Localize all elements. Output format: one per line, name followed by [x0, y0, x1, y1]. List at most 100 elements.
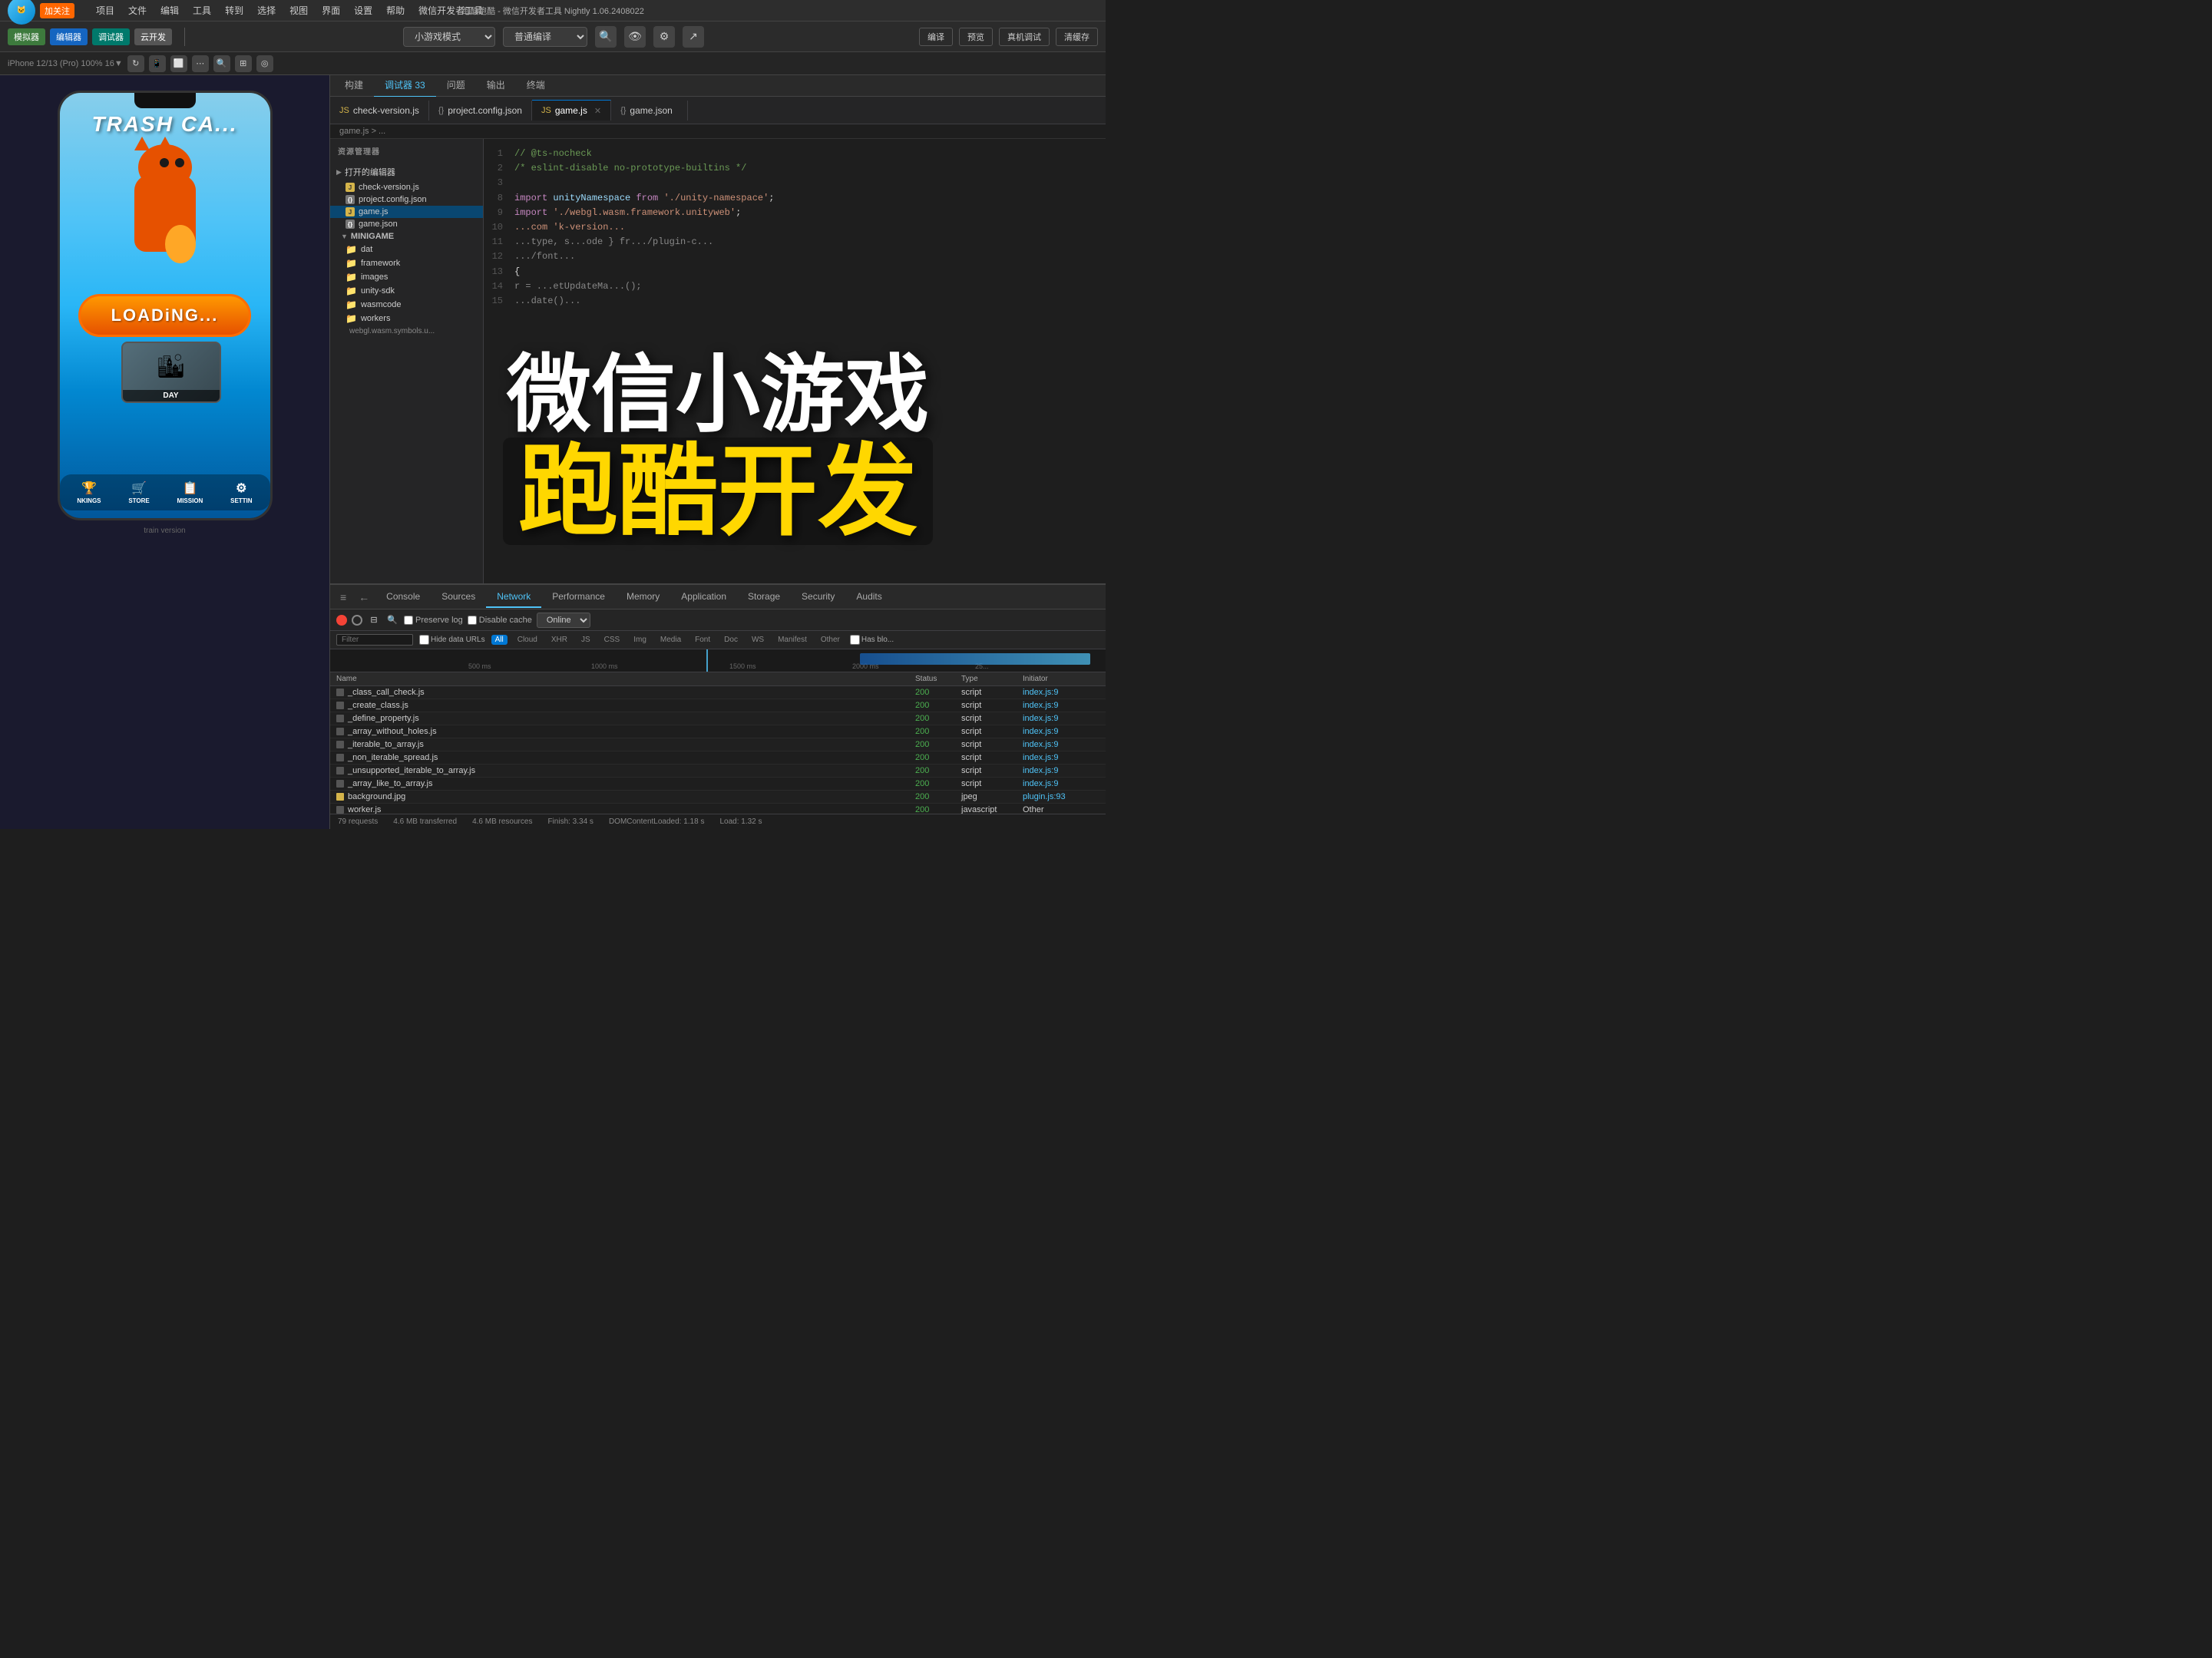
filter-media[interactable]: Media — [656, 635, 685, 645]
network-filter-input[interactable] — [336, 634, 413, 646]
file-tab-check-version[interactable]: JS check-version.js — [330, 101, 429, 121]
filter-img[interactable]: Img — [630, 635, 650, 645]
zoom-icon[interactable]: 🔍 — [213, 55, 230, 72]
send-toolbar-icon[interactable]: ↗ — [683, 26, 704, 48]
cloud-btn[interactable]: 云开发 — [134, 28, 172, 45]
network-throttle-select[interactable]: Online — [537, 613, 590, 628]
devtools-tab-console[interactable]: Console — [375, 586, 431, 608]
clear-btn[interactable] — [352, 615, 362, 626]
phone-icon[interactable]: 📱 — [149, 55, 166, 72]
menu-item-goto[interactable]: 转到 — [225, 4, 243, 17]
preview-btn[interactable]: 预览 — [959, 28, 993, 46]
network-row-3[interactable]: _array_without_holes.js 200 script index… — [330, 725, 1106, 738]
hide-data-urls-checkbox[interactable]: Hide data URLs — [419, 635, 485, 645]
filter-other[interactable]: Other — [817, 635, 844, 645]
menu-item-project[interactable]: 项目 — [96, 4, 114, 17]
game-mode-select[interactable]: 小游戏模式 — [403, 27, 495, 47]
file-tab-game-js[interactable]: JS game.js ✕ — [532, 100, 611, 121]
devtools-tab-application[interactable]: Application — [670, 586, 737, 608]
sub-tab-terminal[interactable]: 终端 — [516, 74, 556, 97]
capture-icon[interactable]: ◎ — [256, 55, 273, 72]
explorer-folder-framework[interactable]: 📁 framework — [330, 256, 483, 270]
filter-css[interactable]: CSS — [600, 635, 624, 645]
explorer-folder-dat[interactable]: 📁 dat — [330, 243, 483, 256]
sub-tab-issues[interactable]: 问题 — [436, 74, 476, 97]
devtools-tab-network[interactable]: Network — [486, 586, 541, 608]
follow-button[interactable]: 加关注 — [40, 3, 74, 18]
settings-toolbar-icon[interactable]: ⚙ — [653, 26, 675, 48]
record-stop-btn[interactable] — [336, 615, 347, 626]
menu-item-view[interactable]: 视图 — [289, 4, 308, 17]
nav-item-rankings[interactable]: 🏆 NKINGS — [77, 481, 101, 504]
menu-item-settings[interactable]: 设置 — [354, 4, 372, 17]
compile-btn[interactable]: 编译 — [919, 28, 953, 46]
search-network-icon[interactable]: 🔍 — [385, 613, 399, 627]
clear-cache-btn[interactable]: 清缓存 — [1056, 28, 1098, 46]
network-row-9[interactable]: worker.js 200 javascript Other — [330, 804, 1106, 814]
network-row-6[interactable]: _unsupported_iterable_to_array.js 200 sc… — [330, 765, 1106, 778]
menu-item-tools[interactable]: 工具 — [193, 4, 211, 17]
nav-item-settings[interactable]: ⚙ SETTIN — [230, 481, 252, 504]
explorer-opened-section[interactable]: ▶ 打开的编辑器 — [330, 163, 483, 181]
filter-xhr[interactable]: XHR — [547, 635, 571, 645]
network-row-0[interactable]: _class_call_check.js 200 script index.js… — [330, 686, 1106, 699]
explorer-file-check-version[interactable]: J check-version.js — [330, 181, 483, 193]
devtools-tab-security[interactable]: Security — [791, 586, 845, 608]
editor-btn[interactable]: 编辑器 — [50, 28, 88, 45]
filter-doc[interactable]: Doc — [720, 635, 742, 645]
devtools-back-icon[interactable]: ← — [352, 588, 375, 606]
eye-toolbar-icon[interactable]: 👁 — [624, 26, 646, 48]
menu-item-interface[interactable]: 界面 — [322, 4, 340, 17]
more-device-icon[interactable]: ⋯ — [192, 55, 209, 72]
menu-item-help[interactable]: 帮助 — [386, 4, 405, 17]
explorer-file-project-config[interactable]: {} project.config.json — [330, 193, 483, 206]
explorer-minigame-group[interactable]: ▼ MINIGAME — [330, 230, 483, 243]
disable-cache-checkbox[interactable]: Disable cache — [468, 616, 532, 625]
menu-item-edit[interactable]: 编辑 — [160, 4, 179, 17]
network-row-8[interactable]: background.jpg 200 jpeg plugin.js:93 — [330, 791, 1106, 804]
nav-item-mission[interactable]: 📋 MISSION — [177, 481, 203, 504]
devtools-more-icon[interactable]: ≡ — [334, 588, 352, 606]
devtools-tab-storage[interactable]: Storage — [737, 586, 791, 608]
network-row-1[interactable]: _create_class.js 200 script index.js:9 — [330, 699, 1106, 712]
rotate-icon[interactable]: ↻ — [127, 55, 144, 72]
filter-icon[interactable]: ⊟ — [367, 613, 381, 627]
network-row-4[interactable]: _iterable_to_array.js 200 script index.j… — [330, 738, 1106, 751]
debugger-btn[interactable]: 调试器 — [92, 28, 130, 45]
filter-font[interactable]: Font — [691, 635, 714, 645]
network-row-7[interactable]: _array_like_to_array.js 200 script index… — [330, 778, 1106, 791]
close-tab-icon[interactable]: ✕ — [594, 106, 601, 116]
preserve-log-checkbox[interactable]: Preserve log — [404, 616, 463, 625]
device-debug-btn[interactable]: 真机调试 — [999, 28, 1050, 46]
simulator-btn[interactable]: 模拟器 — [8, 28, 45, 45]
file-tab-game-json[interactable]: {} game.json — [611, 101, 688, 121]
sub-tab-build[interactable]: 构建 — [334, 74, 374, 97]
network-row-5[interactable]: _non_iterable_spread.js 200 script index… — [330, 751, 1106, 765]
compile-mode-select[interactable]: 普通编译 — [503, 27, 587, 47]
filter-js[interactable]: JS — [577, 635, 594, 645]
explorer-folder-images[interactable]: 📁 images — [330, 270, 483, 284]
filter-manifest[interactable]: Manifest — [774, 635, 811, 645]
devtools-tab-performance[interactable]: Performance — [541, 586, 616, 608]
menu-item-file[interactable]: 文件 — [128, 4, 147, 17]
loading-button[interactable]: LOADiNG... — [78, 294, 252, 337]
sub-tab-debugger[interactable]: 调试器 33 — [374, 74, 436, 97]
explorer-folder-workers[interactable]: 📁 workers — [330, 312, 483, 325]
grid-icon[interactable]: ⊞ — [235, 55, 252, 72]
explorer-folder-wasmcode[interactable]: 📁 wasmcode — [330, 298, 483, 312]
explorer-file-game-js[interactable]: J game.js — [330, 206, 483, 218]
menu-item-select[interactable]: 选择 — [257, 4, 276, 17]
devtools-tab-audits[interactable]: Audits — [845, 586, 892, 608]
network-row-2[interactable]: _define_property.js 200 script index.js:… — [330, 712, 1106, 725]
search-toolbar-icon[interactable]: 🔍 — [595, 26, 617, 48]
devtools-tab-memory[interactable]: Memory — [616, 586, 670, 608]
file-tab-project-config[interactable]: {} project.config.json — [429, 101, 532, 121]
has-blocked-checkbox[interactable]: Has blo... — [850, 635, 894, 645]
explorer-file-webgl[interactable]: webgl.wasm.symbols.u... — [330, 325, 483, 337]
devtools-tab-sources[interactable]: Sources — [431, 586, 486, 608]
explorer-folder-unity-sdk[interactable]: 📁 unity-sdk — [330, 284, 483, 298]
nav-item-store[interactable]: 🛒 STORE — [128, 481, 149, 504]
filter-cloud[interactable]: Cloud — [514, 635, 541, 645]
tablet-icon[interactable]: ⬜ — [170, 55, 187, 72]
filter-all[interactable]: All — [491, 635, 508, 645]
